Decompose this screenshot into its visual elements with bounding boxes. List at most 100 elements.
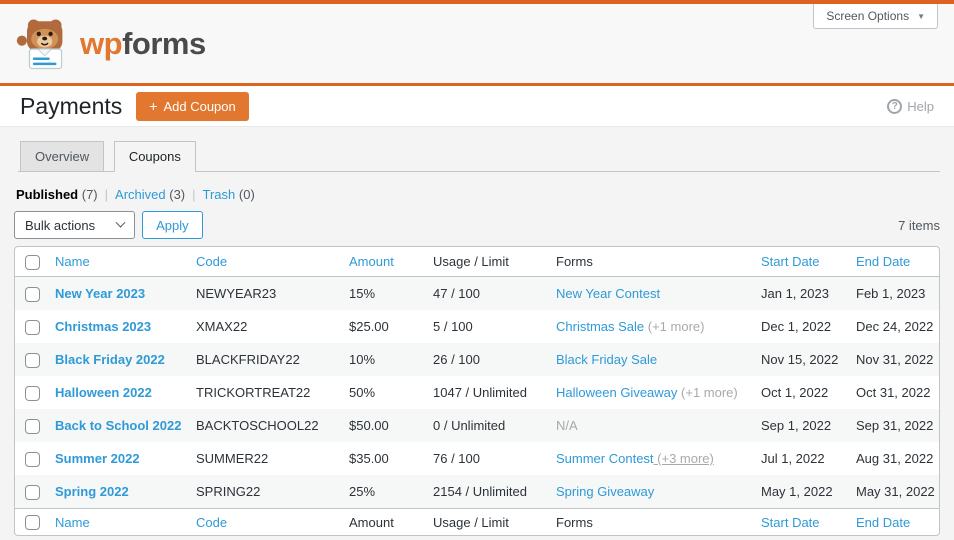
form-link[interactable]: Black Friday Sale (556, 352, 657, 367)
add-coupon-label: Add Coupon (163, 98, 236, 114)
row-checkbox-cell (15, 343, 45, 376)
coupon-end-date-cell: Aug 31, 2022 (856, 451, 934, 466)
coupon-usage-cell: 76 / 100 (433, 451, 480, 466)
coupon-code-cell: XMAX22 (196, 319, 248, 334)
coupon-start-date-cell: Jul 1, 2022 (761, 451, 825, 466)
coupon-usage-cell: 47 / 100 (433, 286, 480, 301)
brand-header: wpforms Screen Options ▼ (0, 4, 954, 86)
coupon-start-date-cell: Nov 15, 2022 (761, 352, 839, 367)
screen-options-button[interactable]: Screen Options ▼ (813, 4, 938, 29)
coupon-name-cell: Summer 2022 (45, 442, 186, 475)
row-checkbox[interactable] (25, 385, 40, 401)
filter-archived[interactable]: Archived (3) (115, 187, 185, 202)
column-header-amount[interactable]: Amount (339, 247, 423, 277)
form-link[interactable]: Summer Contest (556, 451, 654, 466)
coupon-name-link[interactable]: Black Friday 2022 (55, 352, 165, 367)
coupon-start-date-cell: Jan 1, 2023 (761, 286, 829, 301)
help-icon: ? (887, 98, 903, 114)
form-link[interactable]: Spring Giveaway (556, 484, 654, 499)
select-all-checkbox[interactable] (25, 254, 40, 270)
coupon-usage-cell: 2154 / Unlimited (433, 484, 527, 499)
coupon-name-link[interactable]: New Year 2023 (55, 286, 145, 301)
plus-icon: + (149, 98, 158, 114)
coupon-name-cell: Christmas 2023 (45, 310, 186, 343)
coupon-forms-cell: Halloween Giveaway (+1 more) (546, 376, 751, 409)
add-coupon-button[interactable]: + Add Coupon (136, 91, 249, 121)
coupon-amount-cell: 15% (349, 286, 376, 301)
row-checkbox-cell (15, 409, 45, 442)
column-header-name[interactable]: Name (45, 508, 186, 535)
row-checkbox-cell (15, 277, 45, 310)
filter-published[interactable]: Published (7) (16, 187, 98, 202)
top-toolbar: Bulk actions Apply 7 items (14, 211, 940, 239)
coupon-name-link[interactable]: Spring 2022 (55, 484, 129, 499)
row-checkbox-cell (15, 310, 45, 343)
coupon-name-link[interactable]: Summer 2022 (55, 451, 140, 466)
coupon-usage-cell: 26 / 100 (433, 352, 480, 367)
coupon-code-cell: NEWYEAR23 (196, 286, 277, 301)
screen-options-label: Screen Options (826, 9, 910, 23)
row-checkbox[interactable] (25, 484, 40, 500)
status-filter-links: Published (7) | Archived (3) | Trash (0) (16, 187, 940, 202)
coupon-amount-cell: $50.00 (349, 418, 389, 433)
forms-more-label[interactable]: (+3 more) (654, 451, 714, 466)
table-row: Black Friday 2022 BLACKFRIDAY22 10% 26 / 10… (15, 343, 939, 376)
row-checkbox-cell (15, 475, 45, 508)
coupon-start-date-cell: Oct 1, 2022 (761, 385, 829, 400)
forms-more-label: (+1 more) (677, 385, 738, 400)
column-header-start-date[interactable]: Start Date (751, 247, 846, 277)
column-header-amount: Amount (339, 508, 423, 535)
column-header-usage-limit: Usage / Limit (423, 508, 546, 535)
row-checkbox[interactable] (25, 319, 40, 335)
coupons-table: Name Code Amount Usage / Limit Forms Start Da… (14, 246, 940, 536)
row-checkbox[interactable] (25, 352, 40, 368)
help-link[interactable]: ? Help (887, 98, 934, 114)
coupon-name-link[interactable]: Christmas 2023 (55, 319, 151, 334)
form-link[interactable]: Halloween Giveaway (556, 385, 677, 400)
table-row: Summer 2022 SUMMER22 $35.00 76 / 100 Summer … (15, 442, 939, 475)
column-header-forms: Forms (546, 508, 751, 535)
coupon-amount-cell: $25.00 (349, 319, 389, 334)
row-checkbox[interactable] (25, 286, 40, 302)
table-row: New Year 2023 NEWYEAR23 15% 47 / 100 New Yea… (15, 277, 939, 310)
select-all-checkbox-cell (15, 247, 45, 277)
divider: | (104, 187, 109, 202)
select-all-checkbox[interactable] (25, 515, 40, 531)
form-link[interactable]: New Year Contest (556, 286, 660, 301)
help-label: Help (907, 98, 934, 114)
column-header-start-date[interactable]: Start Date (751, 508, 846, 535)
page-header: Payments + Add Coupon ? Help (0, 86, 954, 127)
coupon-name-cell: Halloween 2022 (45, 376, 186, 409)
coupon-name-cell: Back to School 2022 (45, 409, 186, 442)
divider: | (192, 187, 196, 202)
table-footer-row: Name Code Amount Usage / Limit Forms Start Da… (15, 508, 939, 535)
apply-button[interactable]: Apply (142, 211, 203, 239)
column-header-code[interactable]: Code (186, 247, 339, 277)
table-row: Back to School 2022 BACKTOSCHOOL22 $50.00 0… (15, 409, 939, 442)
row-checkbox[interactable] (25, 418, 40, 434)
page-title: Payments (20, 92, 123, 119)
form-link[interactable]: Christmas Sale (556, 319, 644, 334)
column-header-end-date[interactable]: End Date (846, 247, 939, 277)
coupon-code-cell: TRICKORTREAT22 (196, 385, 311, 400)
items-count: 7 items (898, 217, 940, 233)
coupon-end-date-cell: Nov 31, 2022 (856, 352, 934, 367)
bulk-actions-select[interactable]: Bulk actions (14, 211, 136, 239)
coupon-forms-cell: Black Friday Sale (546, 343, 751, 376)
filter-trash[interactable]: Trash (0) (203, 187, 255, 202)
column-header-end-date[interactable]: End Date (846, 508, 939, 535)
coupon-name-link[interactable]: Back to School 2022 (55, 418, 181, 433)
column-header-code[interactable]: Code (186, 508, 339, 535)
column-header-name[interactable]: Name (45, 247, 186, 277)
tab-coupons[interactable]: Coupons (113, 141, 196, 172)
coupon-forms-cell: Summer Contest (+3 more) (546, 442, 751, 475)
coupon-name-cell: New Year 2023 (45, 277, 186, 310)
row-checkbox[interactable] (25, 451, 40, 467)
coupon-end-date-cell: May 31, 2022 (856, 484, 935, 499)
coupon-name-link[interactable]: Halloween 2022 (55, 385, 152, 400)
coupon-start-date-cell: Sep 1, 2022 (761, 418, 832, 433)
coupon-usage-cell: 0 / Unlimited (433, 418, 506, 433)
column-header-forms: Forms (546, 247, 751, 277)
row-checkbox-cell (15, 376, 45, 409)
tab-overview[interactable]: Overview (20, 141, 105, 171)
